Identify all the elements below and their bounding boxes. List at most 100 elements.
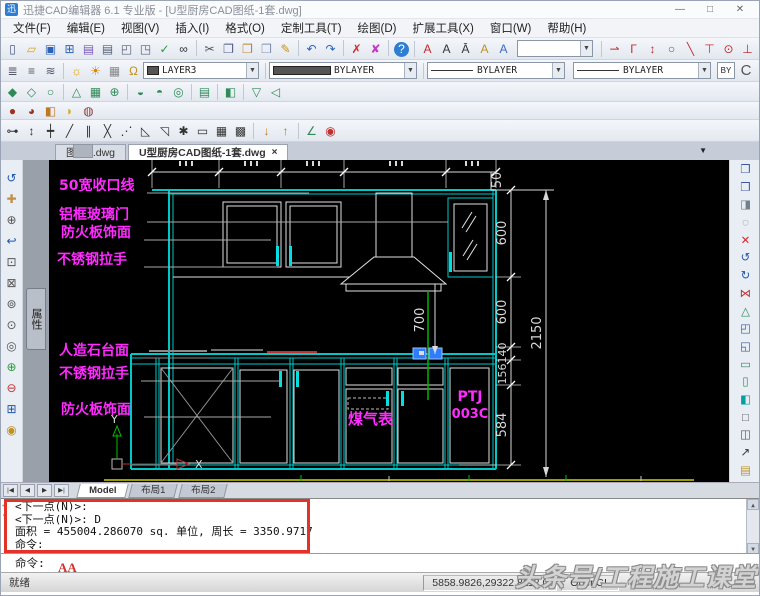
copy-multiple-icon[interactable]: ❒ (737, 180, 755, 198)
hatch-edit-icon[interactable]: ▤ (737, 463, 755, 481)
undo-icon[interactable]: ↶ (302, 40, 321, 58)
solid-box-icon[interactable]: ◆ (3, 83, 22, 101)
table-icon[interactable]: ▦ (212, 122, 231, 140)
subtract-icon[interactable]: ◫ (737, 427, 755, 445)
format-painter-icon[interactable]: ✎ (276, 40, 295, 58)
ray-icon[interactable]: ⋰ (117, 122, 136, 140)
tab-kitchen-drawing[interactable]: U型厨房CAD图纸-1套.dwg × (128, 144, 289, 161)
array-icon[interactable]: △ (737, 304, 755, 322)
redo-icon[interactable]: ↷ (321, 40, 340, 58)
snap-nearest-icon[interactable]: ╲ (681, 40, 700, 58)
tab-layout2[interactable]: 布局2 (178, 483, 228, 498)
quick-leader-icon[interactable]: ↑ (276, 122, 295, 140)
solid-slice-icon[interactable]: ◁ (266, 83, 285, 101)
command-history[interactable]: < ▾ <下一点(N)>: <下一点(N)>: D 面积 = 455004.286… (1, 498, 759, 553)
solid-extrude-icon[interactable]: ▤ (195, 83, 214, 101)
layer-combo[interactable]: LAYER3 ▼ (143, 62, 259, 79)
command-input[interactable]: 命令: (1, 553, 759, 572)
edit-text-icon[interactable]: A (475, 40, 494, 58)
snap-perpendicular-icon[interactable]: ⊥ (738, 40, 757, 58)
leader-icon[interactable]: ↓ (257, 122, 276, 140)
lights-icon[interactable]: ◗ (60, 102, 79, 120)
point-measure-icon[interactable]: ┿ (41, 122, 60, 140)
lineweight-combo[interactable]: BYLAYER ▼ (573, 62, 711, 79)
select-window-icon[interactable]: ◌ (737, 215, 755, 233)
zoom-in-icon[interactable]: ⊕ (3, 357, 21, 378)
close-icon[interactable]: × (272, 145, 278, 161)
close-button[interactable]: ✕ (725, 4, 755, 15)
menu-view[interactable]: 视图(V) (113, 18, 167, 38)
text-style-icon[interactable]: A (418, 40, 437, 58)
stretch-icon[interactable]: ◰ (737, 321, 755, 339)
layer-match-icon[interactable]: ≋ (41, 62, 60, 80)
show-hide-icon[interactable]: ◉ (3, 420, 21, 441)
text-style-combo[interactable]: ▼ (517, 40, 593, 57)
regen-icon[interactable]: ↺ (3, 168, 21, 189)
union-icon[interactable]: ◧ (737, 392, 755, 410)
solid-torus-icon[interactable]: ◎ (169, 83, 188, 101)
solid-section-icon[interactable]: ◧ (221, 83, 240, 101)
chevron-down-icon[interactable]: ▼ (246, 63, 258, 78)
status-coordinates[interactable]: 5858.9826,29322.8112,0 (423, 574, 558, 591)
polyline-edit-icon[interactable]: ↗ (737, 445, 755, 463)
menu-insert[interactable]: 插入(I) (167, 18, 217, 38)
pan-icon[interactable]: ✚ (3, 189, 21, 210)
solid-cone-icon[interactable]: △ (67, 83, 86, 101)
dim-center-icon[interactable]: ◉ (321, 122, 340, 140)
command-scrollbar[interactable]: ▲ ▼ (746, 499, 759, 553)
solid-wedge-icon[interactable]: ◇ (22, 83, 41, 101)
export-icon[interactable]: ⊞ (60, 40, 79, 58)
new-icon[interactable]: ▯ (3, 40, 22, 58)
point-divide-icon[interactable]: ↕ (22, 122, 41, 140)
zoom-scale-icon[interactable]: ⊚ (3, 294, 21, 315)
tab-model[interactable]: Model (76, 483, 130, 498)
zoom-dynamic-icon[interactable]: ⊠ (3, 273, 21, 294)
last-layout-button[interactable]: ▶| (54, 484, 69, 497)
print-preview-icon[interactable]: ◰ (117, 40, 136, 58)
layer-on-icon[interactable]: ☼ (67, 62, 86, 80)
delete-icon[interactable]: ✗ (347, 40, 366, 58)
zoom-out-icon[interactable]: ⊖ (3, 378, 21, 399)
publish-icon[interactable]: ◳ (136, 40, 155, 58)
chevron-down-icon[interactable]: ▼ (698, 63, 710, 78)
dim-angle-icon[interactable]: ∠ (302, 122, 321, 140)
arc-tool-icon[interactable]: C (735, 62, 757, 79)
copy-object-icon[interactable]: ❐ (737, 162, 755, 180)
line-icon[interactable]: ╱ (60, 122, 79, 140)
purge-icon[interactable]: ✘ (366, 40, 385, 58)
menu-custom-tools[interactable]: 定制工具(T) (273, 18, 350, 38)
solid-mesh-icon[interactable]: ▦ (86, 83, 105, 101)
scale-icon[interactable]: ◱ (737, 339, 755, 357)
cut-icon[interactable]: ✂ (200, 40, 219, 58)
boundary-icon[interactable]: ▯ (737, 374, 755, 392)
hatch-icon[interactable]: ▩ (231, 122, 250, 140)
zoom-extents-icon[interactable]: ⊞ (3, 399, 21, 420)
rectangle-icon[interactable]: ◹ (155, 122, 174, 140)
paste-special-icon[interactable]: ❒ (257, 40, 276, 58)
menu-format[interactable]: 格式(O) (217, 18, 273, 38)
next-layout-button[interactable]: ▶ (37, 484, 52, 497)
snap-center-icon[interactable]: ○ (662, 40, 681, 58)
materials-icon[interactable]: ◧ (41, 102, 60, 120)
zoom-previous-icon[interactable]: ↩ (3, 231, 21, 252)
tab-scroll-handle[interactable] (73, 144, 93, 158)
snap-extension-icon[interactable]: ⊤ (700, 40, 719, 58)
status-renderer[interactable]: OpenGL (561, 574, 619, 591)
chevron-down-icon[interactable]: ▼ (580, 41, 592, 56)
menu-help[interactable]: 帮助(H) (539, 18, 594, 38)
solid-cylinder-icon[interactable]: ○ (41, 83, 60, 101)
tab-menu-arrow-icon[interactable]: ▼ (699, 146, 707, 155)
solid-revolve-icon[interactable]: ▽ (247, 83, 266, 101)
chevron-down-icon[interactable]: ▼ (404, 63, 416, 78)
tab-layout1[interactable]: 布局1 (128, 483, 179, 498)
snap-intersection-icon[interactable]: ↕ (643, 40, 662, 58)
construction-line-icon[interactable]: ╳ (98, 122, 117, 140)
spell-check-icon[interactable]: ✓ (155, 40, 174, 58)
box-3d-icon[interactable]: □ (737, 410, 755, 428)
plot-icon[interactable]: ▤ (98, 40, 117, 58)
multiline-text-icon[interactable]: Ā (456, 40, 475, 58)
solid-sphere-icon[interactable]: ⊕ (105, 83, 124, 101)
maximize-button[interactable]: □ (695, 4, 725, 15)
point-icon[interactable]: ⊶ (3, 122, 22, 140)
paste-block-icon[interactable]: ◨ (737, 197, 755, 215)
